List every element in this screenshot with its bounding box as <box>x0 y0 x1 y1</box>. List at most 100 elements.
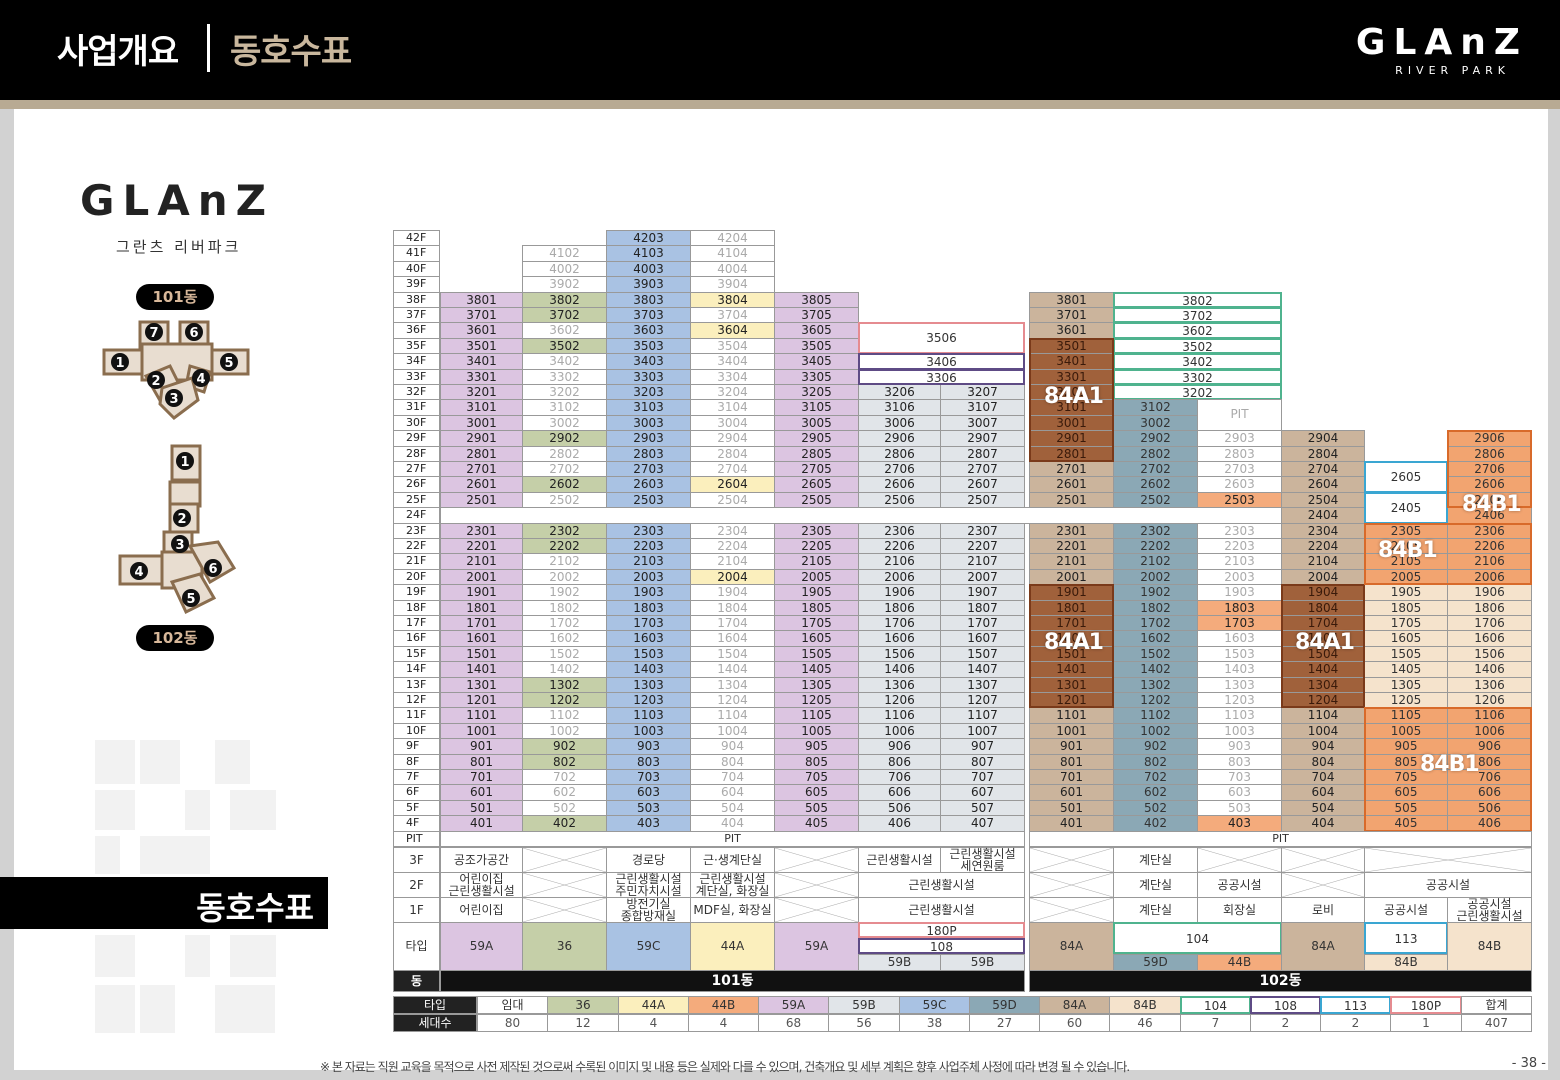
unit-102-2902: 2902 <box>1113 430 1198 447</box>
unit-101-707: 707 <box>940 769 1025 786</box>
legend-type-44B: 44B <box>688 996 759 1014</box>
unit-101-1905: 1905 <box>774 584 859 601</box>
unit-101-2307: 2307 <box>940 522 1025 539</box>
unit-102-605: 605 <box>1364 784 1448 801</box>
unit-101-1005: 1005 <box>774 722 859 740</box>
unit-102-2201: 2201 <box>1029 538 1114 555</box>
unit-101-3902: 3902 <box>522 276 607 293</box>
unit-101-801: 801 <box>440 753 523 770</box>
unit-102-1706: 1706 <box>1447 615 1532 632</box>
unit-102-2104: 2104 <box>1281 553 1365 570</box>
unit-102-802: 802 <box>1113 753 1198 770</box>
unit-102-1903: 1903 <box>1197 584 1282 601</box>
unit-101-406: 406 <box>858 815 941 832</box>
unit-102-1003: 1003 <box>1197 722 1282 740</box>
site-marker-101-1-label: 1 <box>115 356 124 371</box>
unit-101-4003: 4003 <box>606 260 691 278</box>
unit-102-1703: 1703 <box>1197 615 1282 632</box>
unit-101-2101: 2101 <box>440 553 523 570</box>
unit-102-406: 406 <box>1447 815 1532 832</box>
unit-101-2503: 2503 <box>606 491 691 509</box>
unit-101-1607: 1607 <box>940 630 1025 647</box>
empty-cell <box>522 896 607 923</box>
facility-101-c1: 어린이집 근린생활시설 <box>440 871 523 898</box>
type-label-84: 84B1 <box>1420 752 1480 777</box>
floor-label: 17F <box>393 615 440 632</box>
unit-101-2601: 2601 <box>440 476 523 493</box>
facility-102-c4: 로비 <box>1281 896 1365 923</box>
site-marker-102-6-label: 6 <box>208 562 217 577</box>
floor-label: 4F <box>393 815 440 832</box>
unit-102-1901: 1901 <box>1029 584 1114 601</box>
unit-102-1906: 1906 <box>1447 584 1532 601</box>
facility-floor-label: 3F <box>393 846 440 873</box>
empty-cell <box>1364 846 1532 873</box>
unit-101-1507: 1507 <box>940 645 1025 663</box>
type-101-59A: 59A <box>774 921 859 971</box>
legend-type-44A: 44A <box>618 996 689 1014</box>
unit-101-1403: 1403 <box>606 661 691 678</box>
unit-102-2602: 2602 <box>1113 476 1198 493</box>
unit-101-1804: 1804 <box>690 599 775 616</box>
unit-101-3101: 3101 <box>440 399 523 416</box>
type-row-label: 타입 <box>393 921 440 971</box>
unit-102-1905: 1905 <box>1364 584 1448 601</box>
unit-101-1107: 1107 <box>940 707 1025 724</box>
unit-102-3202: 3202 <box>1113 384 1282 401</box>
unit-102-3701: 3701 <box>1029 307 1114 324</box>
unit-101-2703: 2703 <box>606 461 691 478</box>
type-101-59C: 59C <box>606 921 691 971</box>
facility-102-c5: 공공시설 <box>1364 896 1448 923</box>
unit-101-1602: 1602 <box>522 630 607 647</box>
unit-101-1704: 1704 <box>690 615 775 632</box>
legend-count-44A: 4 <box>618 1014 689 1032</box>
empty-cell <box>522 846 607 873</box>
unit-102-1803: 1803 <box>1197 599 1282 616</box>
unit-102-2304: 2304 <box>1281 522 1365 539</box>
unit-101-503: 503 <box>606 799 691 817</box>
unit-102-3801: 3801 <box>1029 291 1114 308</box>
unit-101-3404: 3404 <box>690 353 775 370</box>
unit-102-404: 404 <box>1281 815 1365 832</box>
facility-102-c6: 공공시설 근린생활시설 <box>1447 896 1532 923</box>
legend-count-104: 7 <box>1180 1014 1251 1032</box>
facility-101-c4: 근·생계단실 <box>690 846 775 873</box>
unit-102-2103: 2103 <box>1197 553 1282 570</box>
unit-102-1902: 1902 <box>1113 584 1198 601</box>
unit-101-1103: 1103 <box>606 707 691 724</box>
unit-101-2602: 2602 <box>522 476 607 493</box>
unit-101-2003: 2003 <box>606 568 691 586</box>
unit-101-1802: 1802 <box>522 599 607 616</box>
unit-101-2707: 2707 <box>940 461 1025 478</box>
unit-101-2805: 2805 <box>774 445 859 462</box>
unit-102-1301: 1301 <box>1029 676 1114 693</box>
unit-101-505: 505 <box>774 799 859 817</box>
unit-101-3402: 3402 <box>522 353 607 370</box>
unit-101-2103: 2103 <box>606 553 691 570</box>
unit-101-1207: 1207 <box>940 692 1025 709</box>
unit-101-401: 401 <box>440 815 523 832</box>
unit-101-2607: 2607 <box>940 476 1025 493</box>
unit-102-2604: 2604 <box>1281 476 1365 493</box>
unit-101-804: 804 <box>690 753 775 770</box>
unit-102-902: 902 <box>1113 738 1198 755</box>
floor-label: 21F <box>393 553 440 570</box>
deco-square <box>140 836 210 874</box>
unit-101-407: 407 <box>940 815 1025 832</box>
floor-label: 38F <box>393 291 440 308</box>
unit-102-1804: 1804 <box>1281 599 1365 616</box>
floor-label: 41F <box>393 245 440 262</box>
unit-101-1703: 1703 <box>606 615 691 632</box>
unit-101-2505: 2505 <box>774 491 859 509</box>
unit-102-2502: 2502 <box>1113 491 1198 509</box>
legend-count-36: 12 <box>547 1014 619 1032</box>
unit-102-2305: 2305 <box>1364 522 1448 539</box>
unit-101-2902: 2902 <box>522 430 607 447</box>
unit-102-1904: 1904 <box>1281 584 1365 601</box>
unit-102-1603: 1603 <box>1197 630 1282 647</box>
unit-102-2003: 2003 <box>1197 568 1282 586</box>
unit-102-2001: 2001 <box>1029 568 1114 586</box>
unit-101-2104: 2104 <box>690 553 775 570</box>
unit-101-1904: 1904 <box>690 584 775 601</box>
unit-101-3305: 3305 <box>774 368 859 385</box>
